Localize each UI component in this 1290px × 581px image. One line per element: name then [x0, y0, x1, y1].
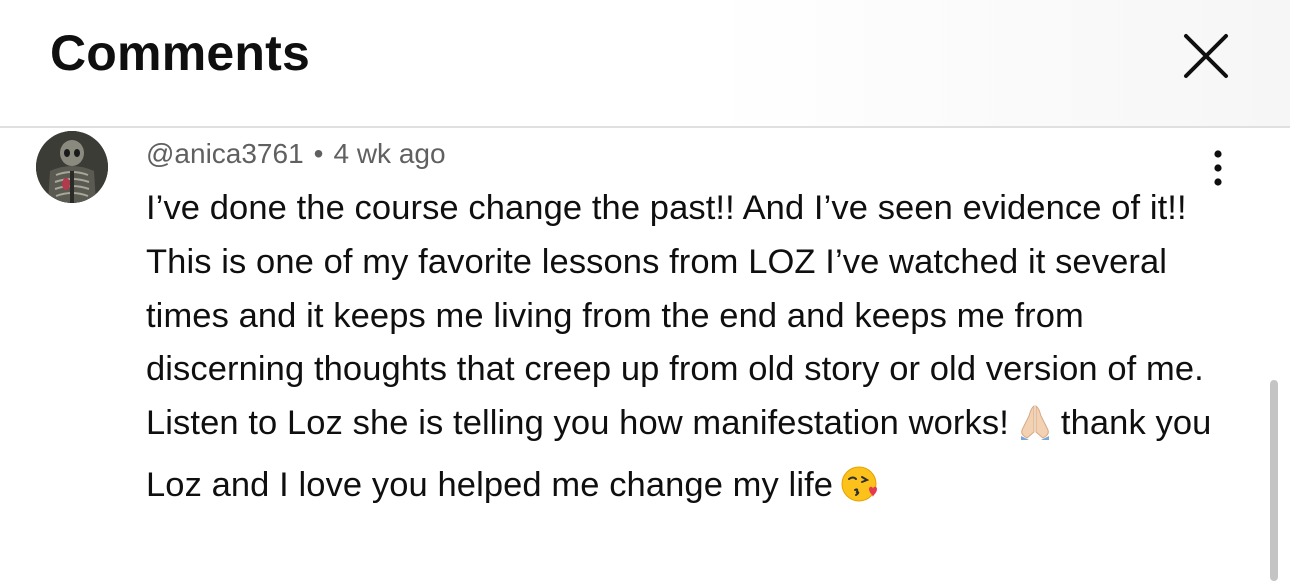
- comment-meta: @anica3761 • 4 wk ago: [146, 138, 446, 170]
- folded-hands-emoji: [1015, 402, 1055, 459]
- comments-header: Comments: [0, 0, 1290, 128]
- page-title: Comments: [50, 25, 310, 81]
- avatar-image: [36, 131, 108, 203]
- close-button[interactable]: [1178, 28, 1234, 84]
- face-blowing-kiss-emoji: [839, 464, 879, 521]
- close-icon: [1184, 34, 1228, 78]
- comment-timestamp[interactable]: 4 wk ago: [333, 138, 445, 169]
- scrollbar[interactable]: [1270, 380, 1278, 581]
- comment-item: @anica3761 • 4 wk ago I’ve done the course…: [0, 128, 1290, 581]
- comment-text: I’ve done the course change the past!! A…: [146, 182, 1216, 521]
- comment-author[interactable]: @anica3761: [146, 138, 304, 169]
- meta-separator: •: [313, 138, 324, 169]
- avatar[interactable]: [36, 131, 108, 203]
